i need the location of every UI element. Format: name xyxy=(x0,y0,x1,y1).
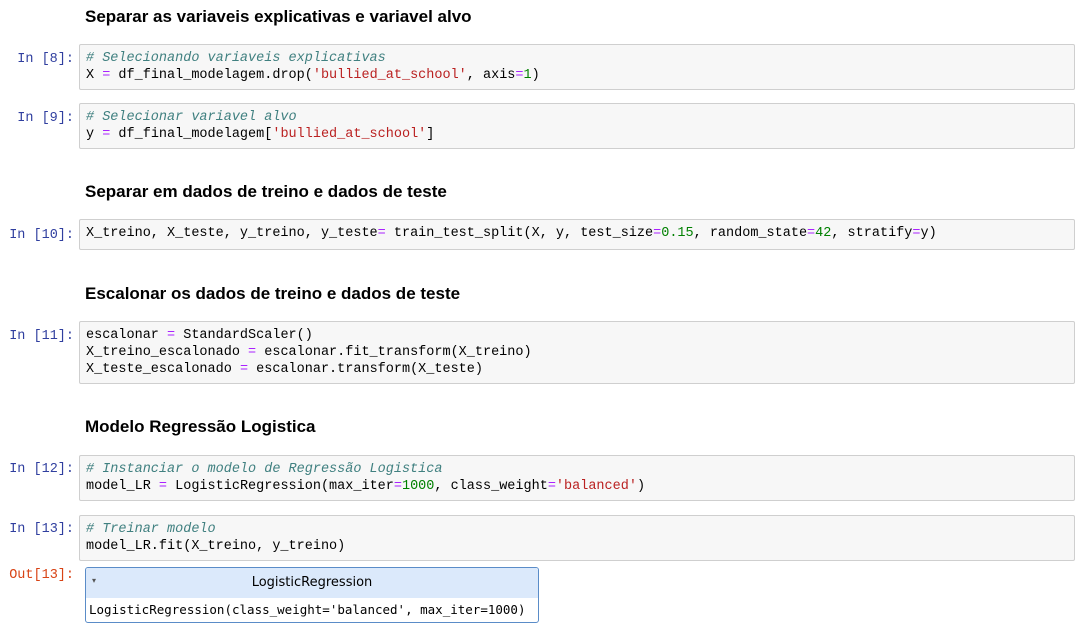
input-prompt: In [11]: xyxy=(9,329,74,344)
code-token: , axis xyxy=(466,68,516,83)
code-token: , class_weight xyxy=(434,479,548,494)
code-cell-input[interactable]: # Instanciar o modelo de Regressão Logis… xyxy=(79,455,1075,501)
estimator-title: LogisticRegression xyxy=(251,575,373,590)
input-prompt: In [10]: xyxy=(9,228,74,243)
code-operator: = xyxy=(167,328,176,343)
code-token: X_teste_escalonado xyxy=(86,362,240,377)
code-cell-input[interactable]: X_treino, X_teste, y_treino, y_teste= tr… xyxy=(79,219,1075,250)
code-number: 0.15 xyxy=(661,226,694,241)
code-cell-input[interactable]: # Selecionando variaveis explicativas X … xyxy=(79,44,1075,90)
code-operator: = xyxy=(547,479,556,494)
code-token: escalonar.transform(X_teste) xyxy=(248,362,483,377)
code-line: X_treino_escalonado = escalonar.fit_tran… xyxy=(86,344,1068,361)
code-comment: # Treinar modelo xyxy=(86,522,216,537)
code-operator: = xyxy=(515,68,524,83)
code-line: model_LR.fit(X_treino, y_treino) xyxy=(86,538,1068,555)
code-number: 1000 xyxy=(401,479,435,494)
markdown-heading: Separar as variaveis explicativas e vari… xyxy=(85,7,472,26)
code-token: train_test_split(X, y, test_size xyxy=(385,226,654,241)
code-token: df_final_modelagem.drop( xyxy=(110,68,313,83)
code-token: , random_state xyxy=(693,226,808,241)
input-prompt: In [12]: xyxy=(9,462,74,477)
input-prompt: In [8]: xyxy=(17,52,74,67)
code-string: 'bullied_at_school' xyxy=(312,68,467,83)
code-line: X = df_final_modelagem.drop('bullied_at_… xyxy=(86,67,1068,84)
code-cell-input[interactable]: # Selecionar variavel alvo y = df_final_… xyxy=(79,103,1075,149)
code-token: ] xyxy=(426,127,435,142)
code-token: y xyxy=(86,127,103,142)
markdown-heading: Escalonar os dados de treino e dados de … xyxy=(85,284,461,303)
code-line: # Instanciar o modelo de Regressão Logis… xyxy=(86,461,1068,478)
code-operator: = xyxy=(239,362,249,377)
code-token: escalonar.fit_transform(X_treino) xyxy=(256,345,532,360)
code-token: model_LR xyxy=(86,479,159,494)
code-token: X xyxy=(86,68,103,83)
output-prompt: Out[13]: xyxy=(9,568,74,583)
code-token: StandardScaler() xyxy=(175,328,313,343)
estimator-repr: LogisticRegression(class_weight='balance… xyxy=(89,602,526,617)
code-number: 42 xyxy=(815,226,832,241)
code-token: df_final_modelagem[ xyxy=(110,127,273,142)
code-operator: = xyxy=(158,479,168,494)
code-string: 'bullied_at_school' xyxy=(272,127,427,142)
code-cell-input[interactable]: # Treinar modelo model_LR.fit(X_treino, … xyxy=(79,515,1075,561)
code-line: X_teste_escalonado = escalonar.transform… xyxy=(86,361,1068,378)
code-token: X_treino_escalonado xyxy=(86,345,249,360)
code-token: escalonar xyxy=(86,328,168,343)
estimator-header[interactable]: ▾ LogisticRegression xyxy=(86,568,538,598)
code-operator: = xyxy=(248,345,257,360)
code-line: # Treinar modelo xyxy=(86,521,1068,538)
code-line: # Selecionar variavel alvo xyxy=(86,109,1068,126)
code-cell-input[interactable]: escalonar = StandardScaler() X_treino_es… xyxy=(79,321,1075,384)
code-token: , stratify xyxy=(831,226,913,241)
markdown-heading: Modelo Regressão Logistica xyxy=(85,417,316,436)
code-line: y = df_final_modelagem['bullied_at_schoo… xyxy=(86,126,1068,143)
code-comment: # Selecionar variavel alvo xyxy=(86,110,297,125)
code-operator: = xyxy=(653,226,662,241)
code-operator: = xyxy=(393,479,402,494)
code-token: model_LR.fit(X_treino, y_treino) xyxy=(86,539,346,554)
code-number: 1 xyxy=(523,68,532,83)
code-token: y) xyxy=(920,226,937,241)
input-prompt: In [9]: xyxy=(17,111,74,126)
code-line: escalonar = StandardScaler() xyxy=(86,327,1068,344)
code-line: X_treino, X_teste, y_treino, y_teste= tr… xyxy=(86,225,1068,242)
code-comment: # Instanciar o modelo de Regressão Logis… xyxy=(86,462,443,477)
code-token: X_treino, X_teste, y_treino, y_teste xyxy=(86,226,378,241)
code-token: ) xyxy=(531,68,540,83)
code-comment: # Selecionando variaveis explicativas xyxy=(86,51,386,66)
input-prompt: In [13]: xyxy=(9,522,74,537)
estimator-output-widget: ▾ LogisticRegression LogisticRegression(… xyxy=(85,567,539,623)
code-token: LogisticRegression(max_iter xyxy=(167,479,394,494)
markdown-heading: Separar em dados de treino e dados de te… xyxy=(85,182,447,201)
code-string: 'balanced' xyxy=(555,479,637,494)
code-operator: = xyxy=(377,226,386,241)
code-token: ) xyxy=(636,479,646,494)
code-line: # Selecionando variaveis explicativas xyxy=(86,50,1068,67)
code-operator: = xyxy=(807,226,816,241)
code-line: model_LR = LogisticRegression(max_iter=1… xyxy=(86,478,1068,495)
